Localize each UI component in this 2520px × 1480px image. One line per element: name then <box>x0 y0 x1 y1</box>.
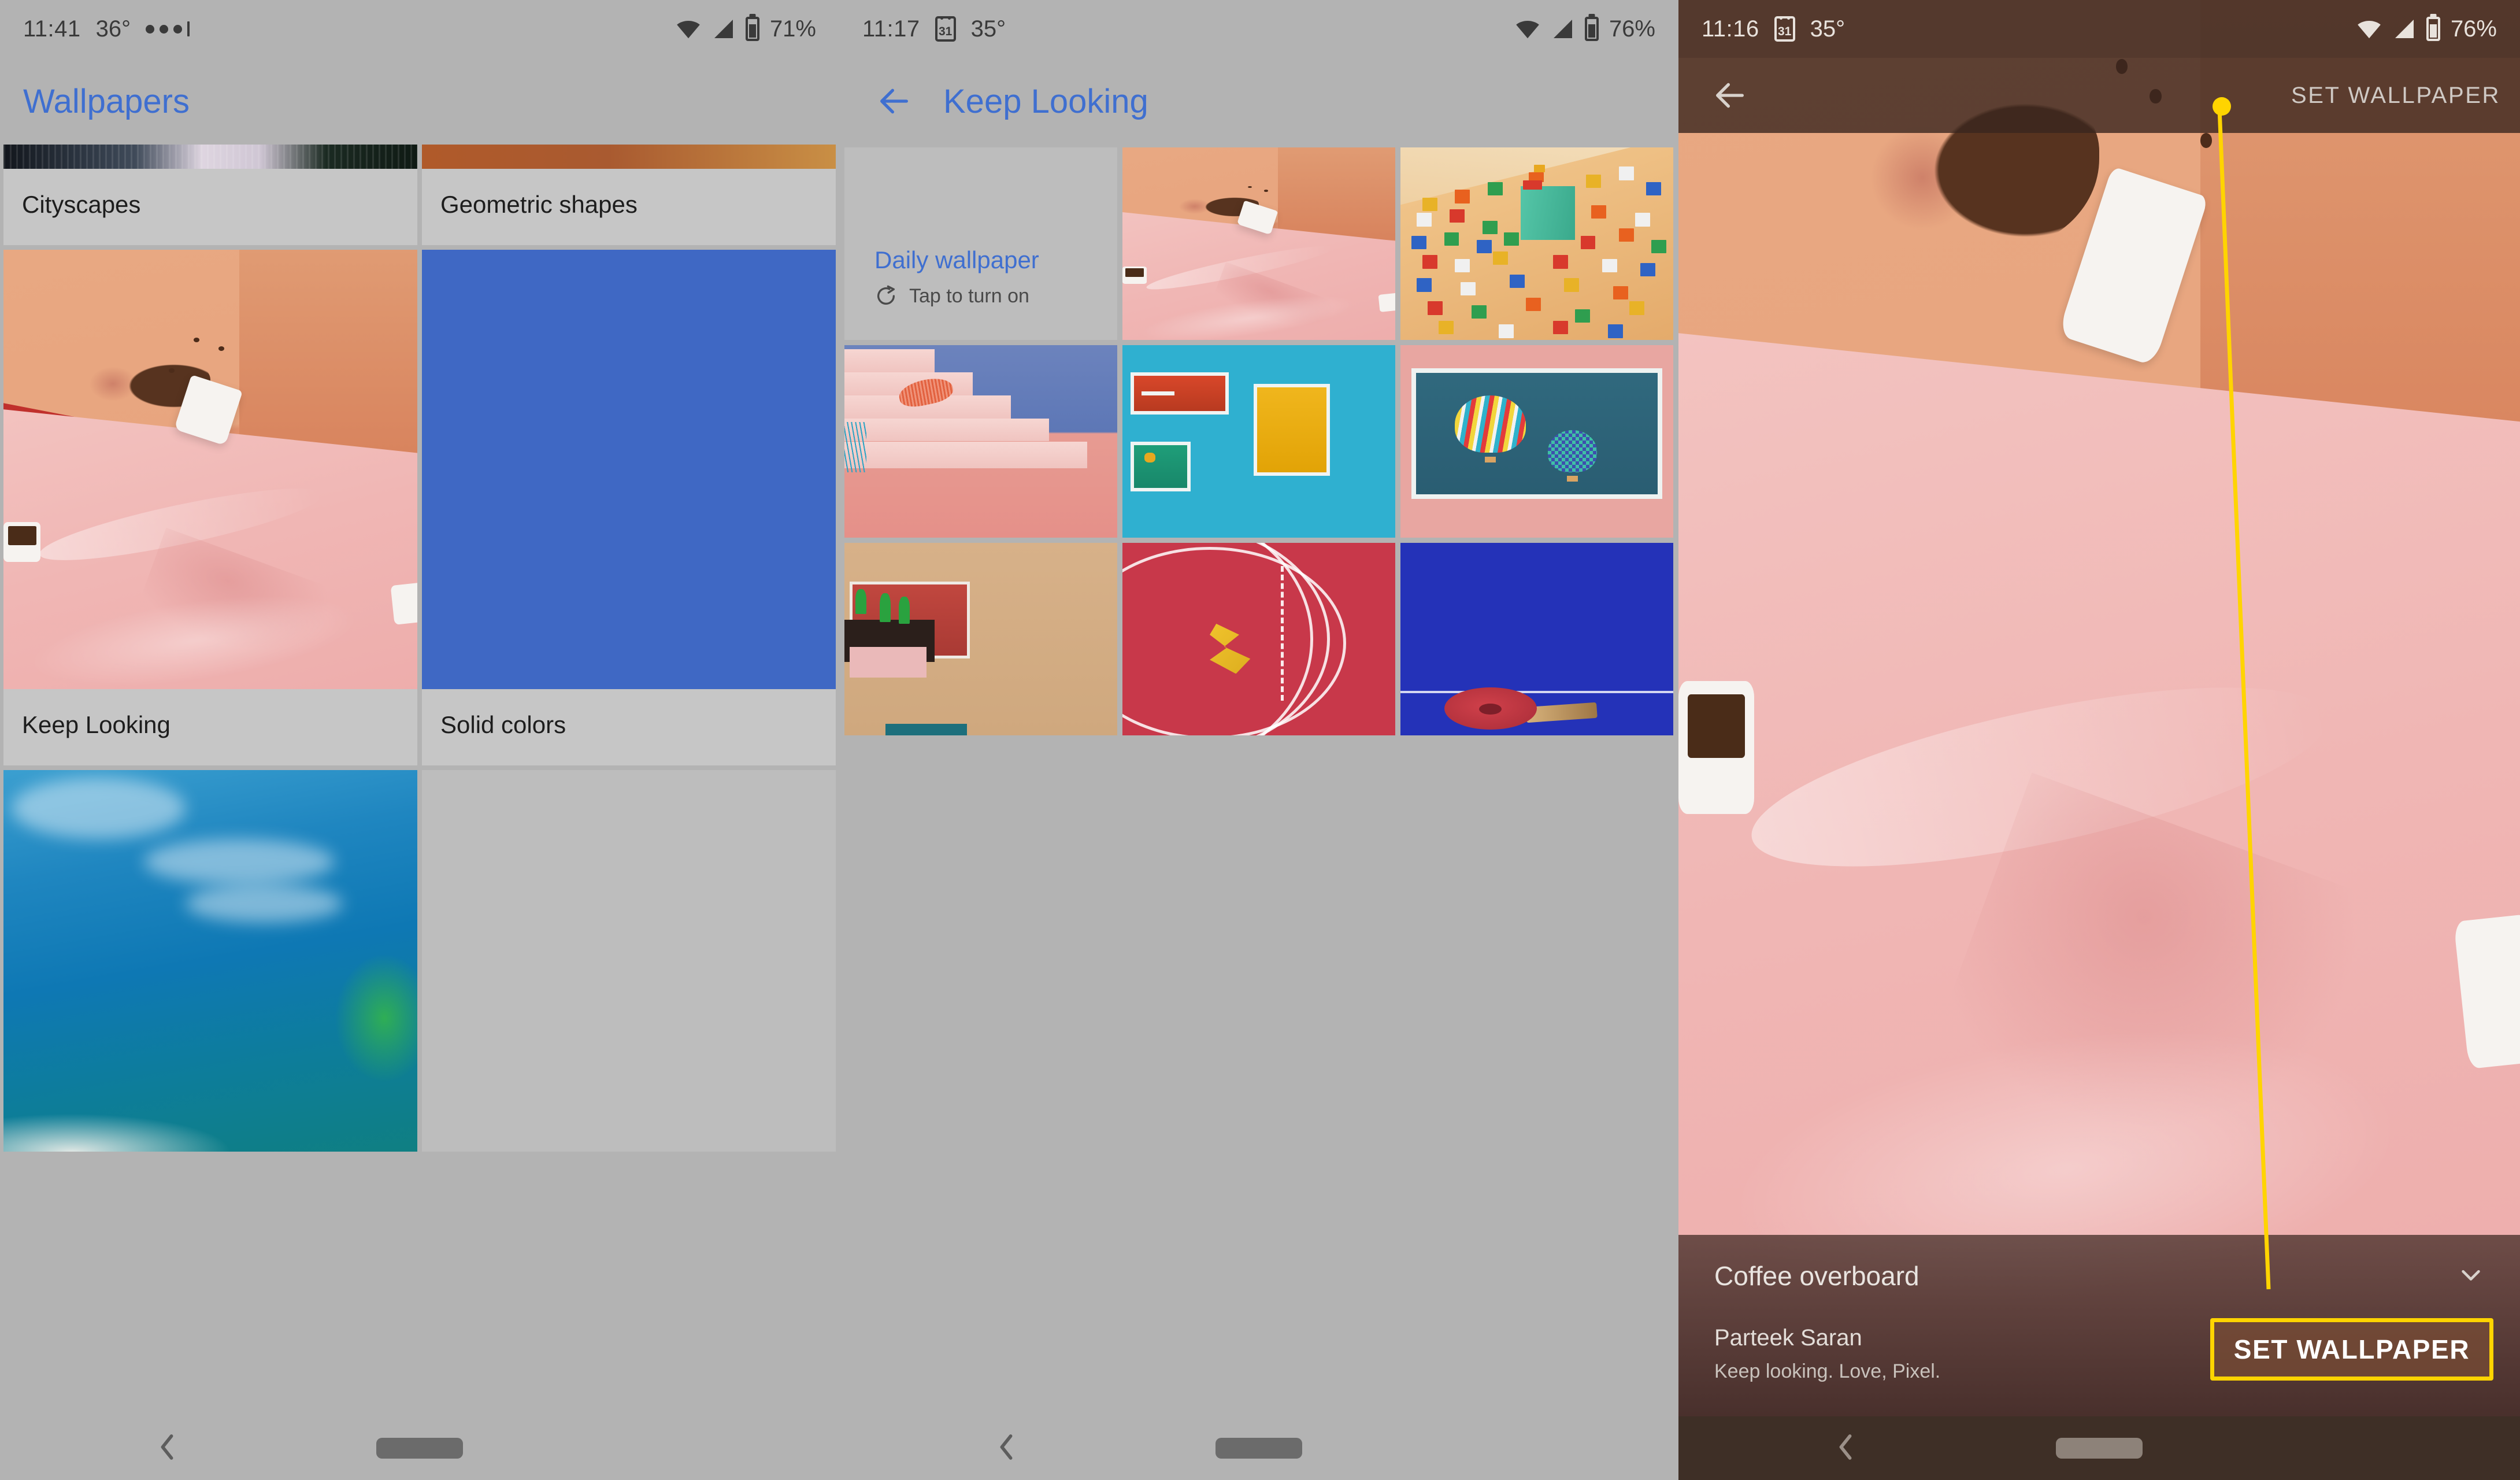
status-battery: 76% <box>2450 16 2497 42</box>
thumbnail-cactus-room[interactable] <box>844 543 1117 735</box>
daily-wallpaper-subtitle: Tap to turn on <box>909 284 1029 307</box>
signal-icon <box>2395 20 2414 38</box>
category-label: Solid colors <box>422 689 836 765</box>
screenshot-root: 11:41 36° 71% Wallpapers Cityscapes Geom… <box>0 0 2520 1480</box>
back-arrow-icon[interactable] <box>1698 64 1762 127</box>
status-bar: 11:41 36° 71% <box>0 0 839 58</box>
wallpaper-title: Coffee overboard <box>1714 1261 1919 1291</box>
thumbnail-ping-pong[interactable] <box>1400 543 1673 735</box>
category-tile-ocean[interactable] <box>3 770 417 1152</box>
nav-back-icon[interactable] <box>156 1434 178 1463</box>
wallpaper-info-panel: Coffee overboard Parteek Saran Keep look… <box>1678 1235 2520 1416</box>
nav-home-pill[interactable] <box>1215 1438 1302 1459</box>
nav-back-icon[interactable] <box>995 1434 1017 1463</box>
solid-colors-thumbnail <box>422 250 836 689</box>
phone-screen-wallpapers: 11:41 36° 71% Wallpapers Cityscapes Geom… <box>0 0 839 1480</box>
category-label: Keep Looking <box>3 689 417 765</box>
ocean-thumbnail <box>3 770 417 1152</box>
set-wallpaper-button[interactable]: SET WALLPAPER <box>2210 1318 2493 1381</box>
thumbnail-cyan-niches[interactable] <box>1122 345 1395 538</box>
signal-icon <box>714 20 733 38</box>
chevron-down-icon[interactable] <box>2458 1261 2484 1291</box>
phone-screen-keep-looking: 11:17 31 35° 76% Keep Looking Daily wall… <box>839 0 1678 1480</box>
status-battery: 76% <box>1609 16 1655 42</box>
status-time: 11:41 <box>23 16 81 42</box>
nav-back-icon[interactable] <box>1835 1434 1856 1463</box>
battery-icon <box>1584 17 1599 41</box>
system-navigation-bar <box>1678 1416 2520 1480</box>
battery-icon <box>2426 17 2440 41</box>
status-bar: 11:16 31 35° 76% <box>1678 0 2520 58</box>
page-title: Wallpapers <box>23 82 190 120</box>
calendar-icon: 31 <box>935 16 956 42</box>
category-tile-geometric-shapes[interactable]: Geometric shapes <box>422 145 836 245</box>
thumbnail-toy-blocks[interactable] <box>1400 147 1673 340</box>
app-bar: SET WALLPAPER <box>1678 58 2520 133</box>
thumbnail-hot-air-balloons[interactable] <box>1400 345 1673 538</box>
wallpaper-category-list[interactable]: Cityscapes Geometric shapes Keep Looking… <box>0 145 839 1480</box>
battery-icon <box>745 17 759 41</box>
notification-dots-icon <box>146 21 190 36</box>
status-battery: 71% <box>769 16 816 42</box>
daily-wallpaper-title: Daily wallpaper <box>874 246 1039 273</box>
system-navigation-bar <box>0 1416 839 1480</box>
thumbnail-coffee-overboard[interactable] <box>1122 147 1395 340</box>
category-tile-solid-colors[interactable]: Solid colors <box>422 250 836 765</box>
status-temperature: 35° <box>1810 16 1845 42</box>
phone-screen-preview: 11:16 31 35° 76% SET WALLPAPER Coffee ov… <box>1678 0 2520 1480</box>
calendar-icon: 31 <box>1774 16 1795 42</box>
keep-looking-thumbnail <box>3 250 417 689</box>
status-temperature: 35° <box>970 16 1006 42</box>
wifi-icon <box>677 21 700 39</box>
cityscapes-thumbnail <box>3 145 417 169</box>
status-temperature: 36° <box>95 16 131 42</box>
category-label: Cityscapes <box>3 169 417 245</box>
category-label: Geometric shapes <box>422 169 836 245</box>
page-title: Keep Looking <box>943 82 1148 120</box>
status-time: 11:16 <box>1702 16 1759 42</box>
app-bar: Wallpapers <box>0 58 839 145</box>
wifi-icon <box>1516 21 1539 39</box>
refresh-icon <box>877 285 895 305</box>
annotation-callout-dot <box>2213 97 2231 116</box>
category-tile-keep-looking[interactable]: Keep Looking <box>3 250 417 765</box>
daily-wallpaper-toggle[interactable]: Daily wallpaper Tap to turn on <box>844 147 1117 340</box>
set-wallpaper-button-label: SET WALLPAPER <box>2233 1334 2470 1364</box>
category-tile-empty <box>422 770 836 1152</box>
wallpaper-thumbnail-grid[interactable]: Daily wallpaper Tap to turn on <box>839 147 1678 1416</box>
thumbnail-running-track[interactable] <box>1122 543 1395 735</box>
status-time: 11:17 <box>862 16 920 42</box>
status-bar: 11:17 31 35° 76% <box>839 0 1678 58</box>
category-tile-cityscapes[interactable]: Cityscapes <box>3 145 417 245</box>
nav-home-pill[interactable] <box>376 1438 463 1459</box>
thumbnail-pink-stairs[interactable] <box>844 345 1117 538</box>
signal-icon <box>1553 20 1572 38</box>
system-navigation-bar <box>839 1416 1678 1480</box>
back-arrow-icon[interactable] <box>862 69 926 133</box>
app-bar: Keep Looking <box>839 58 1678 145</box>
geometric-shapes-thumbnail <box>422 145 836 169</box>
nav-home-pill[interactable] <box>2056 1438 2143 1459</box>
set-wallpaper-toolbar-action[interactable]: SET WALLPAPER <box>2291 83 2500 109</box>
wifi-icon <box>2358 21 2381 39</box>
